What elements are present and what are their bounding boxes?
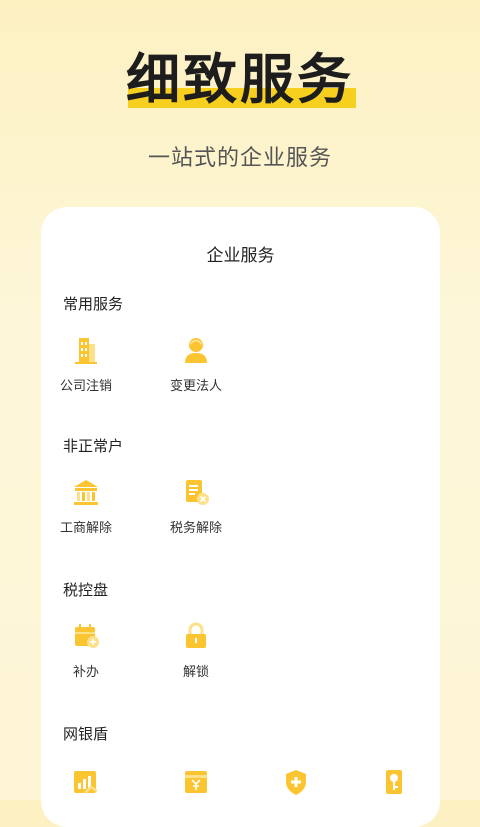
section-title-tax-control: 税控盘 bbox=[63, 582, 109, 599]
service-item-label: 变更法人 bbox=[169, 378, 222, 393]
section-title-common: 常用服务 bbox=[63, 296, 124, 313]
chart-icon[interactable] bbox=[71, 767, 101, 797]
key-icon[interactable] bbox=[379, 767, 409, 797]
lock-icon bbox=[181, 621, 211, 651]
person-icon bbox=[181, 335, 211, 365]
shield-plus-icon[interactable] bbox=[281, 767, 311, 797]
service-item-unlock[interactable]: 解锁 bbox=[151, 621, 241, 680]
card-title: 企业服务 bbox=[206, 246, 275, 265]
hero-title-area: 细致服务 bbox=[0, 48, 480, 112]
service-item-change-legal-person[interactable]: 变更法人 bbox=[151, 335, 241, 394]
service-item-reissue[interactable]: 补办 bbox=[41, 621, 131, 680]
building-icon bbox=[71, 335, 101, 365]
service-item-company-cancel[interactable]: 公司注销 bbox=[41, 335, 131, 394]
service-item-label: 补办 bbox=[72, 664, 99, 679]
service-item-business-release[interactable]: 工商解除 bbox=[41, 477, 131, 536]
bank-icon bbox=[71, 477, 101, 507]
section-title-abnormal: 非正常户 bbox=[63, 438, 124, 455]
service-item-tax-release[interactable]: 税务解除 bbox=[151, 477, 241, 536]
enterprise-service-card: 企业服务 常用服务 公司注销 变更法人 非正常户 工商解除 税务解除 税控盘 补… bbox=[41, 207, 440, 827]
section-title-ukey: 网银盾 bbox=[63, 726, 109, 743]
yuan-card-icon[interactable] bbox=[181, 767, 211, 797]
service-item-label: 公司注销 bbox=[59, 378, 112, 393]
service-item-label: 解锁 bbox=[182, 664, 209, 679]
page-title: 细致服务 bbox=[126, 50, 354, 110]
page-subtitle: 一站式的企业服务 bbox=[147, 145, 332, 170]
service-item-label: 税务解除 bbox=[169, 520, 222, 535]
service-item-label: 工商解除 bbox=[59, 520, 112, 535]
calendar-add-icon bbox=[71, 621, 101, 651]
tax-document-icon bbox=[181, 477, 211, 507]
